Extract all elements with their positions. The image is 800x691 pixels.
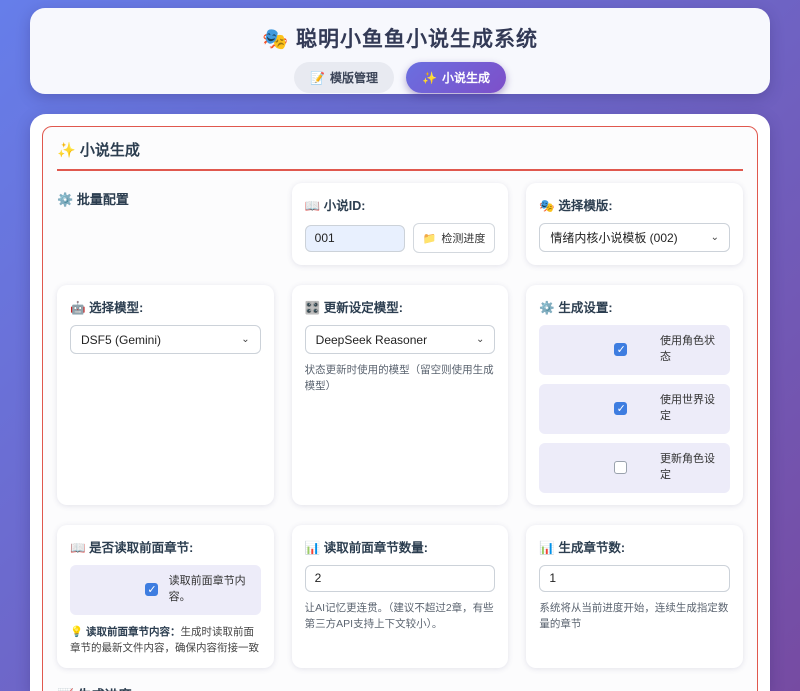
progress-section-title: 📈 生成进度 <box>57 684 743 691</box>
update-character-setting-label: 更新角色设定 <box>660 452 720 484</box>
generation-settings-card: ⚙️ 生成设置: 使用角色状态 使用世界设定 更新角色设定 <box>526 285 743 505</box>
use-character-state-label: 使用角色状态 <box>660 334 720 366</box>
update-model-label-text: 更新设定模型: <box>324 301 403 315</box>
sparkles-icon: ✨ <box>57 142 76 159</box>
section-title-text: 小说生成 <box>80 142 140 159</box>
novel-id-label-text: 小说ID: <box>324 199 366 213</box>
bar-chart-icon: 📊 <box>305 541 321 555</box>
read-previous-tip-bold: 读取前面章节内容： <box>86 626 181 638</box>
main-tabs: 📝 模版管理 ✨ 小说生成 <box>30 62 770 93</box>
check-progress-button[interactable]: 📁 检测进度 <box>413 223 496 253</box>
read-previous-label: 📖 是否读取前面章节: <box>70 537 261 556</box>
template-select-card: 🎭 选择模版: 情绪内核小说模板 (002) ⌄ <box>526 183 743 265</box>
control-knobs-icon: 🎛️ <box>305 301 321 315</box>
novel-generation-panel: ✨ 小说生成 ⚙️ 批量配置 📖 小说ID: 📁 检测进度 <box>42 126 758 691</box>
sparkles-icon: ✨ <box>422 71 437 85</box>
setting-row-use-world-setting: 使用世界设定 <box>539 384 730 434</box>
config-grid: ⚙️ 批量配置 📖 小说ID: 📁 检测进度 🎭 <box>57 183 743 668</box>
chapter-count-hint: 系统将从当前进度开始，连续生成指定数量的章节 <box>539 600 730 633</box>
chapter-count-label-text: 生成章节数: <box>558 541 625 555</box>
tab-template-management[interactable]: 📝 模版管理 <box>294 62 394 93</box>
model-select[interactable]: DSF5 (Gemini) ⌄ <box>70 325 261 354</box>
chapter-count-label: 📊 生成章节数: <box>539 537 730 556</box>
model-select-value: DSF5 (Gemini) <box>81 333 161 347</box>
theater-masks-icon: 🎭 <box>262 28 289 51</box>
folder-icon: 📁 <box>423 232 437 245</box>
book-icon: 📖 <box>70 541 86 555</box>
previous-count-input[interactable] <box>305 565 496 592</box>
generation-settings-label-text: 生成设置: <box>558 301 612 315</box>
novel-id-label: 📖 小说ID: <box>305 195 496 214</box>
section-title: ✨ 小说生成 <box>57 139 743 171</box>
update-model-label: 🎛️ 更新设定模型: <box>305 297 496 316</box>
use-world-setting-checkbox[interactable] <box>614 402 627 415</box>
app-title-text: 聪明小鱼鱼小说生成系统 <box>296 28 538 51</box>
batch-config-label-text: 批量配置 <box>77 192 129 207</box>
novel-id-input[interactable] <box>305 225 405 252</box>
update-character-setting-checkbox[interactable] <box>614 461 627 474</box>
read-previous-card: 📖 是否读取前面章节: 读取前面章节内容。 💡 读取前面章节内容：生成时读取前面… <box>57 525 274 668</box>
bar-chart-icon: 📊 <box>539 541 555 555</box>
template-select-label: 🎭 选择模版: <box>539 195 730 214</box>
check-progress-button-label: 检测进度 <box>441 230 485 246</box>
setting-row-use-character-state: 使用角色状态 <box>539 325 730 375</box>
previous-count-label: 📊 读取前面章节数量: <box>305 537 496 556</box>
read-previous-tip: 💡 读取前面章节内容：生成时读取前面章节的最新文件内容，确保内容衔接一致 <box>70 624 261 657</box>
tab-novel-generation-label: 小说生成 <box>442 69 490 86</box>
theater-masks-icon: 🎭 <box>539 199 555 213</box>
template-select[interactable]: 情绪内核小说模板 (002) ⌄ <box>539 223 730 252</box>
template-select-label-text: 选择模版: <box>558 199 612 213</box>
previous-count-card: 📊 读取前面章节数量: 让AI记忆更连贯。（建议不超过2章，有些第三方API支持… <box>292 525 509 668</box>
chapter-count-card: 📊 生成章节数: 系统将从当前进度开始，连续生成指定数量的章节 <box>526 525 743 668</box>
read-previous-checkbox-label: 读取前面章节内容。 <box>169 574 251 606</box>
novel-id-card: 📖 小说ID: 📁 检测进度 <box>292 183 509 265</box>
setting-row-update-character-setting: 更新角色设定 <box>539 443 730 493</box>
chevron-down-icon: ⌄ <box>711 232 719 243</box>
generation-settings-label: ⚙️ 生成设置: <box>539 297 730 316</box>
memo-icon: 📝 <box>310 71 325 85</box>
main-panel: ✨ 小说生成 ⚙️ 批量配置 📖 小说ID: 📁 检测进度 <box>30 114 770 691</box>
read-previous-row: 读取前面章节内容。 <box>70 565 261 615</box>
update-model-card: 🎛️ 更新设定模型: DeepSeek Reasoner ⌄ 状态更新时使用的模… <box>292 285 509 505</box>
update-model-select[interactable]: DeepSeek Reasoner ⌄ <box>305 325 496 354</box>
app-title: 🎭 聪明小鱼鱼小说生成系统 <box>30 23 770 53</box>
previous-count-label-text: 读取前面章节数量: <box>324 541 428 555</box>
batch-config-label: ⚙️ 批量配置 <box>57 183 274 265</box>
chevron-down-icon: ⌄ <box>241 334 249 345</box>
use-character-state-checkbox[interactable] <box>614 343 627 356</box>
lightbulb-icon: 💡 <box>70 626 83 638</box>
tab-novel-generation[interactable]: ✨ 小说生成 <box>406 62 506 93</box>
model-select-card: 🤖 选择模型: DSF5 (Gemini) ⌄ <box>57 285 274 505</box>
chapter-count-input[interactable] <box>539 565 730 592</box>
app-header: 🎭 聪明小鱼鱼小说生成系统 📝 模版管理 ✨ 小说生成 <box>30 8 770 94</box>
use-world-setting-label: 使用世界设定 <box>660 393 720 425</box>
read-previous-label-text: 是否读取前面章节: <box>89 541 193 555</box>
update-model-select-value: DeepSeek Reasoner <box>316 333 427 347</box>
template-select-value: 情绪内核小说模板 (002) <box>550 229 677 246</box>
model-select-label-text: 选择模型: <box>89 301 143 315</box>
tab-template-management-label: 模版管理 <box>330 69 378 86</box>
robot-icon: 🤖 <box>70 301 86 315</box>
model-select-label: 🤖 选择模型: <box>70 297 261 316</box>
chevron-down-icon: ⌄ <box>476 334 484 345</box>
gear-icon: ⚙️ <box>539 301 555 315</box>
previous-count-hint: 让AI记忆更连贯。（建议不超过2章，有些第三方API支持上下文较小）。 <box>305 600 496 633</box>
update-model-hint: 状态更新时使用的模型（留空则使用生成模型） <box>305 362 496 395</box>
read-previous-checkbox[interactable] <box>145 583 158 596</box>
gear-icon: ⚙️ <box>57 192 73 207</box>
book-icon: 📖 <box>305 199 321 213</box>
